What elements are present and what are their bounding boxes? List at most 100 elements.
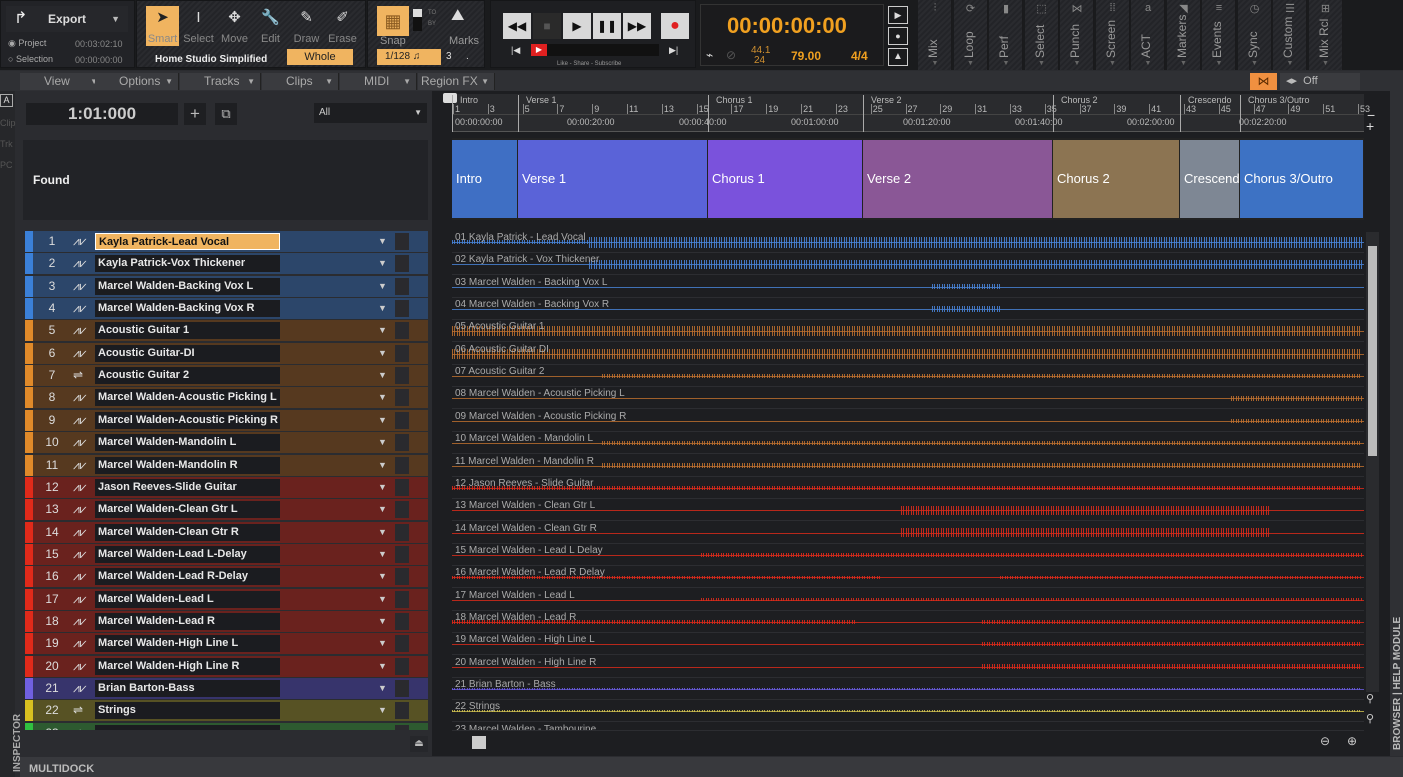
expand-track-icon[interactable]: ▼ — [378, 365, 387, 386]
track-row[interactable]: 9 ⩘⩗ Marcel Walden-Acoustic Picking R ▼ — [25, 409, 428, 431]
expand-track-icon[interactable]: ▼ — [378, 276, 387, 297]
expand-track-icon[interactable]: ▼ — [378, 611, 387, 632]
inspector-a-icon[interactable]: A — [0, 94, 13, 107]
expand-track-icon[interactable]: ▼ — [378, 455, 387, 476]
track-name-field[interactable]: Acoustic Guitar-DI — [95, 344, 280, 362]
clip-lane[interactable]: 23 Marcel Walden - Tambourine — [452, 722, 1364, 731]
now-time-display[interactable]: 1:01:000 — [26, 103, 178, 125]
expand-track-icon[interactable]: ▼ — [378, 253, 387, 274]
zoom-out-icon[interactable]: ⚲ — [1366, 692, 1374, 705]
horizontal-scrollbar[interactable] — [452, 736, 1312, 749]
arranger-section[interactable]: Intro — [452, 140, 518, 218]
track-row[interactable]: 5 ⩘⩗ Acoustic Guitar 1 ▼ — [25, 320, 428, 342]
track-name-field[interactable]: Marcel Walden-Acoustic Picking R — [95, 411, 280, 429]
expand-track-icon[interactable]: ▼ — [378, 633, 387, 654]
section-marker[interactable] — [1180, 95, 1181, 132]
clip-lane[interactable]: 03 Marcel Walden - Backing Vox L — [452, 275, 1364, 298]
section-marker[interactable] — [1053, 95, 1054, 132]
arranger-section[interactable]: Crescendo — [1180, 140, 1240, 218]
track-name-field[interactable]: Jason Reeves-Slide Guitar — [95, 478, 280, 496]
track-name-field[interactable]: Marcel Walden-High Line L — [95, 635, 280, 653]
horizontal-scroll-thumb[interactable] — [472, 736, 486, 749]
clip-lane[interactable]: 15 Marcel Walden - Lead L Delay — [452, 543, 1364, 566]
track-row[interactable]: 19 ⩘⩗ Marcel Walden-High Line L ▼ — [25, 633, 428, 655]
section-marker[interactable] — [518, 95, 519, 132]
snap-offset-button[interactable]: ⋈ — [1250, 73, 1277, 90]
clip-lane[interactable]: 16 Marcel Walden - Lead R Delay — [452, 566, 1364, 589]
now-marker-handle[interactable] — [443, 93, 457, 103]
track-row[interactable]: 22 ⇌ Strings ▼ — [25, 700, 428, 722]
clip-lane[interactable]: 17 Marcel Walden - Lead L — [452, 588, 1364, 611]
menu-options[interactable]: Options ▼ — [95, 73, 179, 90]
clip-lane[interactable]: 02 Kayla Patrick - Vox Thickener — [452, 253, 1364, 276]
clip-lane[interactable]: 19 Marcel Walden - High Line L — [452, 633, 1364, 656]
go-to-start-icon[interactable]: |◀ — [511, 45, 520, 56]
record-button[interactable]: ● — [661, 13, 689, 39]
clip-lane[interactable]: 13 Marcel Walden - Clean Gtr L — [452, 499, 1364, 522]
module-sync[interactable]: ◷ Sync ▼ — [1237, 0, 1272, 70]
tool-draw[interactable]: ✎ Draw — [290, 6, 323, 46]
track-row[interactable]: 4 ⩘⩗ Marcel Walden-Backing Vox R ▼ — [25, 298, 428, 320]
arranger-section[interactable]: Chorus 2 — [1053, 140, 1180, 218]
track-name-field[interactable]: Marcel Walden-High Line R — [95, 657, 280, 675]
track-name-field[interactable]: Marcel Walden-Lead L — [95, 590, 280, 608]
track-name-field[interactable]: Strings — [95, 702, 280, 720]
expand-track-icon[interactable]: ▼ — [378, 343, 387, 364]
module-custom[interactable]: ☰ Custom ▼ — [1273, 0, 1307, 70]
audio-engine-icon[interactable]: ⌁ — [706, 48, 713, 62]
browser-help-module-tab[interactable]: BROWSER | HELP MODULE — [1392, 617, 1403, 750]
meter[interactable]: 4/4 — [851, 49, 868, 63]
track-name-field[interactable]: Marcel Walden-Clean Gtr L — [95, 501, 280, 519]
time-display[interactable]: 00:00:00:00 — [727, 13, 847, 39]
expand-track-icon[interactable]: ▼ — [378, 387, 387, 408]
track-name-field[interactable]: Marcel Walden-Mandolin L — [95, 434, 280, 452]
track-row[interactable]: 7 ⇌ Acoustic Guitar 2 ▼ — [25, 365, 428, 387]
tool-select[interactable]: I Select — [182, 6, 215, 46]
track-name-field[interactable]: Marcel Walden-Lead R-Delay — [95, 568, 280, 586]
tool-erase[interactable]: ✐ Erase — [326, 6, 359, 46]
track-row[interactable]: 15 ⩘⩗ Marcel Walden-Lead L-Delay ▼ — [25, 543, 428, 565]
track-name-field[interactable]: Marcel Walden-Lead R — [95, 612, 280, 630]
track-row[interactable]: 11 ⩘⩗ Marcel Walden-Mandolin R ▼ — [25, 454, 428, 476]
expand-track-icon[interactable]: ▼ — [378, 656, 387, 677]
metronome-button[interactable]: ▲ — [888, 48, 908, 66]
inspector-tab-pc[interactable]: PC — [0, 160, 13, 170]
clip-lane[interactable]: 18 Marcel Walden - Lead R — [452, 610, 1364, 633]
section-marker[interactable] — [1240, 95, 1241, 132]
track-row[interactable]: 10 ⩘⩗ Marcel Walden-Mandolin L ▼ — [25, 432, 428, 454]
clip-lane[interactable]: 06 Acoustic Guitar DI — [452, 342, 1364, 365]
module-act[interactable]: a ACT ▼ — [1131, 0, 1165, 70]
play-button[interactable]: ▶ — [563, 13, 591, 39]
clip-lane[interactable]: 10 Marcel Walden - Mandolin L — [452, 432, 1364, 455]
clip-lane[interactable]: 20 Marcel Walden - High Line R — [452, 655, 1364, 678]
tool-edit[interactable]: 🔧 Edit — [254, 6, 287, 46]
snap-to-by-toggle[interactable] — [413, 9, 422, 31]
track-row[interactable]: 14 ⩘⩗ Marcel Walden-Clean Gtr R ▼ — [25, 521, 428, 543]
module-perf[interactable]: ▮ Perf ▼ — [989, 0, 1023, 70]
go-to-end-icon[interactable]: ▶| — [669, 45, 678, 56]
expand-track-icon[interactable]: ▼ — [378, 499, 387, 520]
track-name-field[interactable]: Acoustic Guitar 1 — [95, 322, 280, 340]
track-row[interactable]: 16 ⩘⩗ Marcel Walden-Lead R-Delay ▼ — [25, 566, 428, 588]
rewind-button[interactable]: ◀◀ — [503, 13, 531, 39]
marks-icon[interactable]: ⛰ — [451, 7, 464, 25]
multidock[interactable]: MULTIDOCK — [20, 757, 1403, 777]
module-punch[interactable]: ⋈ Punch ▼ — [1060, 0, 1094, 70]
module-events[interactable]: ≡ Events ▼ — [1202, 0, 1236, 70]
record-mini-button[interactable]: ● — [888, 27, 908, 45]
arranger-section[interactable]: Chorus 1 — [708, 140, 863, 218]
track-name-field[interactable]: Marcel Walden-Backing Vox R — [95, 300, 280, 318]
tempo[interactable]: 79.00 — [791, 49, 821, 63]
clip-lane[interactable]: 12 Jason Reeves - Slide Guitar — [452, 476, 1364, 499]
expand-track-icon[interactable]: ▼ — [378, 320, 387, 341]
arranger-section[interactable]: Chorus 3/Outro — [1240, 140, 1364, 218]
track-name-field[interactable]: Marcel Walden-Acoustic Picking L — [95, 389, 280, 407]
module-select[interactable]: ⬚ Select ▼ — [1024, 0, 1059, 70]
module-screen[interactable]: ⁞⁞ Screen ▼ — [1095, 0, 1130, 70]
track-filter-select[interactable]: All ▼ — [314, 103, 427, 123]
expand-track-icon[interactable]: ▼ — [378, 410, 387, 431]
snap-resolution-select[interactable]: 1/128 ♫ — [377, 49, 441, 65]
module-mix-rcl[interactable]: ⊞ Mix Rcl ▼ — [1308, 0, 1343, 70]
clip-lane[interactable]: 21 Brian Barton - Bass — [452, 678, 1364, 700]
clip-lane[interactable]: 22 Strings — [452, 700, 1364, 723]
